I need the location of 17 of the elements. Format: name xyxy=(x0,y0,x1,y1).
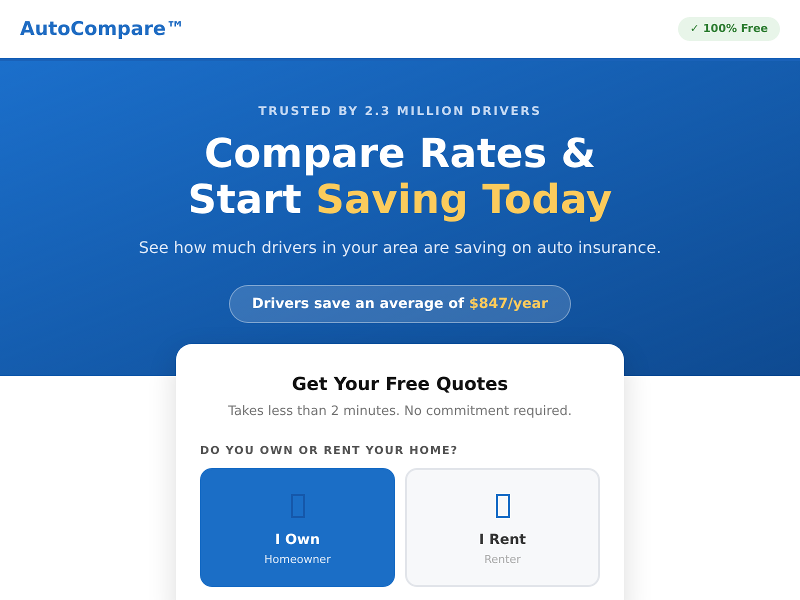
option-label: I Rent xyxy=(478,531,526,550)
savings-pill: Drivers save an average of $847/year xyxy=(228,285,572,323)
missing-glyph-icon xyxy=(290,494,304,518)
hero-title: Compare Rates & Start Saving Today xyxy=(188,131,612,223)
question-label: DO YOU OWN OR RENT YOUR HOME? xyxy=(200,443,460,459)
free-badge: ✓ 100% Free xyxy=(678,17,780,41)
hero-subtitle: See how much drivers in your area are saving on auto insurance. xyxy=(138,237,662,259)
option-sublabel: Renter xyxy=(484,552,521,568)
option-label: I Own xyxy=(275,531,320,550)
trust-eyebrow: TRUSTED BY 2.3 MILLION DRIVERS xyxy=(258,103,542,119)
home-option[interactable]: I Own Homeowner xyxy=(200,468,395,587)
missing-glyph-icon xyxy=(496,494,510,518)
card-subtitle: Takes less than 2 minutes. No commitment required. xyxy=(227,403,573,421)
home-option[interactable]: I Rent Renter xyxy=(405,468,600,587)
option-sublabel: Homeowner xyxy=(264,552,331,568)
logo[interactable]: AutoCompare™ xyxy=(20,20,185,38)
card-title: Get Your Free Quotes xyxy=(290,373,510,397)
